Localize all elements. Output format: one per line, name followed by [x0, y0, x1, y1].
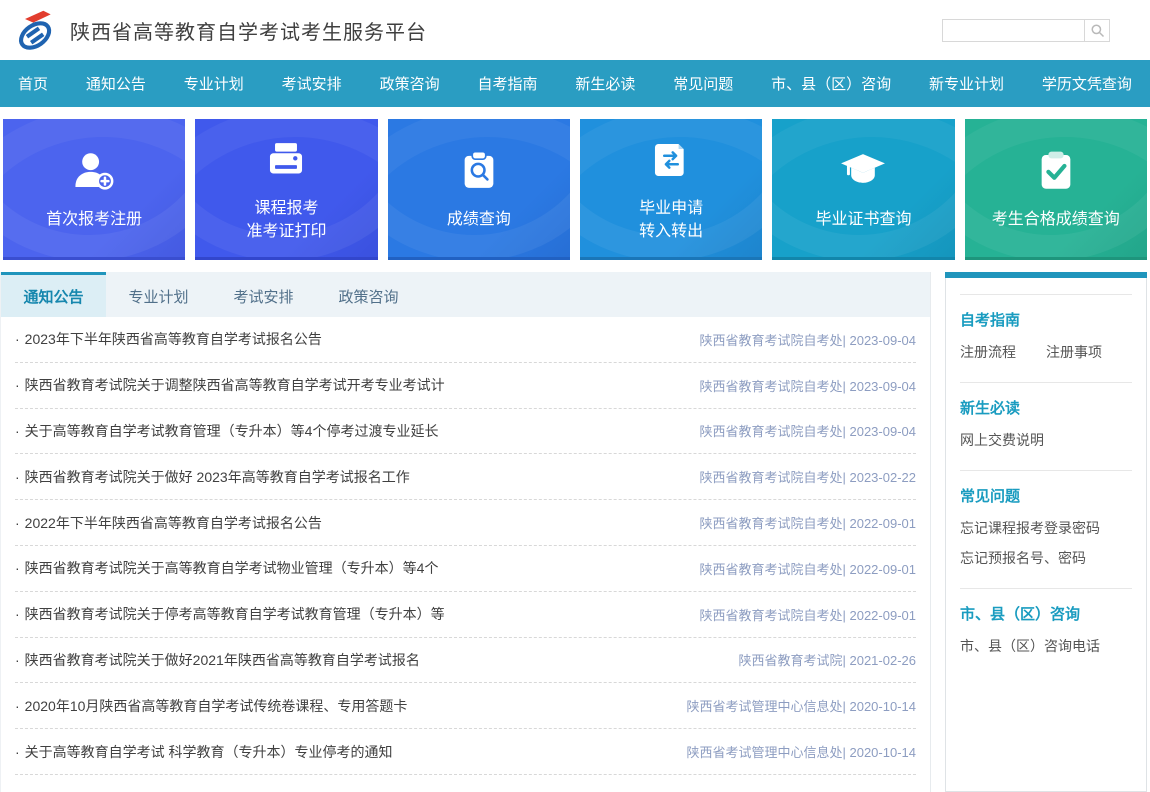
sidebar-links: 市、县（区）咨询电话 [960, 636, 1132, 656]
sidebar: 自考指南注册流程 注册事项新生必读网上交费说明常见问题忘记课程报考登录密码忘记预报… [945, 272, 1147, 792]
announcement-source-date: 陕西省教育考试院自考处| 2023-02-22 [700, 467, 917, 486]
announcement-title[interactable]: 关于高等教育自学考试教育管理（专升本）等4个停考过渡专业延长 [15, 421, 438, 441]
nav-item[interactable]: 首页 [18, 73, 48, 94]
announcement-list: 2023年下半年陕西省高等教育自学考试报名公告陕西省教育考试院自考处| 2023… [1, 317, 930, 775]
sidebar-link[interactable]: 注册流程 [960, 342, 1016, 362]
sidebar-link[interactable]: 市、县（区）咨询电话 [960, 636, 1132, 656]
announcement-title[interactable]: 陕西省教育考试院关于做好2021年陕西省高等教育自学考试报名 [15, 650, 420, 670]
list-item[interactable]: 关于高等教育自学考试教育管理（专升本）等4个停考过渡专业延长 陕西省教育考试院自考… [15, 409, 916, 455]
quick-links: 首次报考注册 课程报考准考证打印 成绩查询 毕业申请转入转出 毕业证书查询 考生… [3, 119, 1147, 260]
announcement-tabs: 通知公告专业计划考试安排政策咨询 [1, 272, 930, 317]
sidebar-section-heading: 常见问题 [960, 485, 1132, 506]
quick-link-label: 课程报考准考证打印 [246, 197, 326, 243]
nav-item[interactable]: 通知公告 [86, 73, 146, 94]
sidebar-section: 自考指南注册流程 注册事项 [960, 294, 1132, 382]
announcement-title[interactable]: 陕西省教育考试院关于调整陕西省高等教育自学考试开考专业考试计 [15, 375, 445, 395]
sidebar-links: 网上交费说明 [960, 430, 1132, 450]
tab-policy[interactable]: 政策咨询 [316, 272, 421, 317]
tab-exam-schedule[interactable]: 考试安排 [211, 272, 316, 317]
sidebar-link[interactable]: 忘记预报名号、密码 [960, 548, 1132, 568]
announcement-title[interactable]: 2023年下半年陕西省高等教育自学考试报名公告 [15, 329, 322, 349]
sidebar-section-heading: 市、县（区）咨询 [960, 603, 1132, 624]
announcement-title[interactable]: 陕西省教育考试院关于高等教育自学考试物业管理（专升本）等4个 [15, 558, 438, 578]
quick-link-card[interactable]: 毕业申请转入转出 [580, 119, 762, 260]
printer-icon [259, 133, 313, 187]
nav-item[interactable]: 自考指南 [477, 73, 537, 94]
announcement-title[interactable]: 陕西省教育考试院关于停考高等教育自学考试教育管理（专升本）等 [15, 604, 445, 624]
nav-item[interactable]: 市、县（区）咨询 [771, 73, 891, 94]
announcement-title[interactable]: 陕西省教育考试院关于做好 2023年高等教育自学考试报名工作 [15, 467, 410, 487]
quick-link-label: 成绩查询 [447, 208, 511, 231]
quick-link-card[interactable]: 课程报考准考证打印 [195, 119, 377, 260]
content-area: 通知公告专业计划考试安排政策咨询 2023年下半年陕西省高等教育自学考试报名公告… [0, 272, 1150, 792]
announcement-source-date: 陕西省教育考试院自考处| 2023-09-04 [700, 330, 917, 349]
search-icon [1090, 23, 1105, 38]
quick-link-card[interactable]: 毕业证书查询 [772, 119, 954, 260]
sidebar-links: 注册流程 注册事项 [960, 342, 1132, 372]
quick-link-card[interactable]: 考生合格成绩查询 [965, 119, 1147, 260]
sidebar-link[interactable]: 忘记课程报考登录密码 [960, 518, 1132, 538]
sidebar-section-heading: 自考指南 [960, 309, 1132, 330]
nav-item[interactable]: 考试安排 [282, 73, 342, 94]
quick-link-card[interactable]: 首次报考注册 [3, 119, 185, 260]
page-title: 陕西省高等教育自学考试考生服务平台 [70, 16, 427, 45]
tab-notices[interactable]: 通知公告 [1, 272, 106, 317]
announcement-source-date: 陕西省教育考试院自考处| 2023-09-04 [700, 376, 917, 395]
announcement-source-date: 陕西省教育考试院自考处| 2022-09-01 [700, 605, 917, 624]
list-item[interactable]: 陕西省教育考试院关于做好2021年陕西省高等教育自学考试报名 陕西省教育考试院| … [15, 638, 916, 684]
nav-item[interactable]: 专业计划 [184, 73, 244, 94]
nav-item[interactable]: 学历文凭查询 [1042, 73, 1132, 94]
sidebar-section: 市、县（区）咨询市、县（区）咨询电话 [960, 588, 1132, 676]
announcement-source-date: 陕西省教育考试院自考处| 2023-09-04 [700, 421, 917, 440]
sidebar-link[interactable]: 网上交费说明 [960, 430, 1132, 450]
nav-item[interactable]: 新生必读 [575, 73, 635, 94]
quick-link-label: 考生合格成绩查询 [992, 208, 1120, 231]
page-header: 陕西省高等教育自学考试考生服务平台 [0, 0, 1150, 60]
list-item[interactable]: 2023年下半年陕西省高等教育自学考试报名公告 陕西省教育考试院自考处| 2023… [15, 317, 916, 363]
sidebar-section: 新生必读网上交费说明 [960, 382, 1132, 470]
quick-link-card[interactable]: 成绩查询 [388, 119, 570, 260]
quick-link-label: 首次报考注册 [46, 208, 142, 231]
list-item[interactable]: 陕西省教育考试院关于做好 2023年高等教育自学考试报名工作 陕西省教育考试院自考… [15, 454, 916, 500]
site-logo-icon [14, 7, 58, 53]
clipboard-search-icon [452, 144, 506, 198]
announcement-panel: 通知公告专业计划考试安排政策咨询 2023年下半年陕西省高等教育自学考试报名公告… [0, 272, 931, 792]
sidebar-box: 自考指南注册流程 注册事项新生必读网上交费说明常见问题忘记课程报考登录密码忘记预报… [945, 278, 1147, 792]
list-item[interactable]: 2020年10月陕西省高等教育自学考试传统卷课程、专用答题卡 陕西省考试管理中心信… [15, 683, 916, 729]
list-item[interactable]: 陕西省教育考试院关于高等教育自学考试物业管理（专升本）等4个 陕西省教育考试院自考… [15, 546, 916, 592]
sidebar-section: 常见问题忘记课程报考登录密码忘记预报名号、密码 [960, 470, 1132, 588]
announcement-title[interactable]: 2022年下半年陕西省高等教育自学考试报名公告 [15, 513, 322, 533]
tab-major-plans[interactable]: 专业计划 [106, 272, 211, 317]
search-bar [942, 19, 1110, 42]
clipboard-check-icon [1029, 144, 1083, 198]
search-button[interactable] [1084, 19, 1110, 42]
transfer-doc-icon [644, 133, 698, 187]
sidebar-link[interactable]: 注册事项 [1046, 342, 1102, 362]
announcement-title[interactable]: 2020年10月陕西省高等教育自学考试传统卷课程、专用答题卡 [15, 696, 407, 716]
announcement-source-date: 陕西省考试管理中心信息处| 2020-10-14 [687, 696, 917, 715]
sidebar-links: 忘记课程报考登录密码忘记预报名号、密码 [960, 518, 1132, 568]
announcement-source-date: 陕西省教育考试院自考处| 2022-09-01 [700, 559, 917, 578]
main-nav: 首页 通知公告 专业计划 考试安排 政策咨询 自考指南 新生必读 常见问题 市、县（区）咨询 新专… [0, 60, 1150, 107]
nav-item[interactable]: 政策咨询 [380, 73, 440, 94]
graduation-cap-icon [836, 144, 890, 198]
announcement-source-date: 陕西省教育考试院自考处| 2022-09-01 [700, 513, 917, 532]
nav-item[interactable]: 常见问题 [673, 73, 733, 94]
quick-link-label: 毕业证书查询 [815, 208, 911, 231]
list-item[interactable]: 陕西省教育考试院关于停考高等教育自学考试教育管理（专升本）等 陕西省教育考试院自考… [15, 592, 916, 638]
sidebar-section-heading: 新生必读 [960, 397, 1132, 418]
search-input[interactable] [942, 19, 1084, 42]
list-item[interactable]: 2022年下半年陕西省高等教育自学考试报名公告 陕西省教育考试院自考处| 2022… [15, 500, 916, 546]
list-item[interactable]: 关于高等教育自学考试 科学教育（专升本）专业停考的通知 陕西省考试管理中心信息处|… [15, 729, 916, 775]
nav-item[interactable]: 新专业计划 [929, 73, 1004, 94]
announcement-title[interactable]: 关于高等教育自学考试 科学教育（专升本）专业停考的通知 [15, 742, 393, 762]
announcement-source-date: 陕西省考试管理中心信息处| 2020-10-14 [687, 742, 917, 761]
quick-link-label: 毕业申请转入转出 [639, 197, 703, 243]
announcement-source-date: 陕西省教育考试院| 2021-02-26 [739, 650, 917, 669]
user-plus-icon [67, 144, 121, 198]
list-item[interactable]: 陕西省教育考试院关于调整陕西省高等教育自学考试开考专业考试计 陕西省教育考试院自考… [15, 363, 916, 409]
